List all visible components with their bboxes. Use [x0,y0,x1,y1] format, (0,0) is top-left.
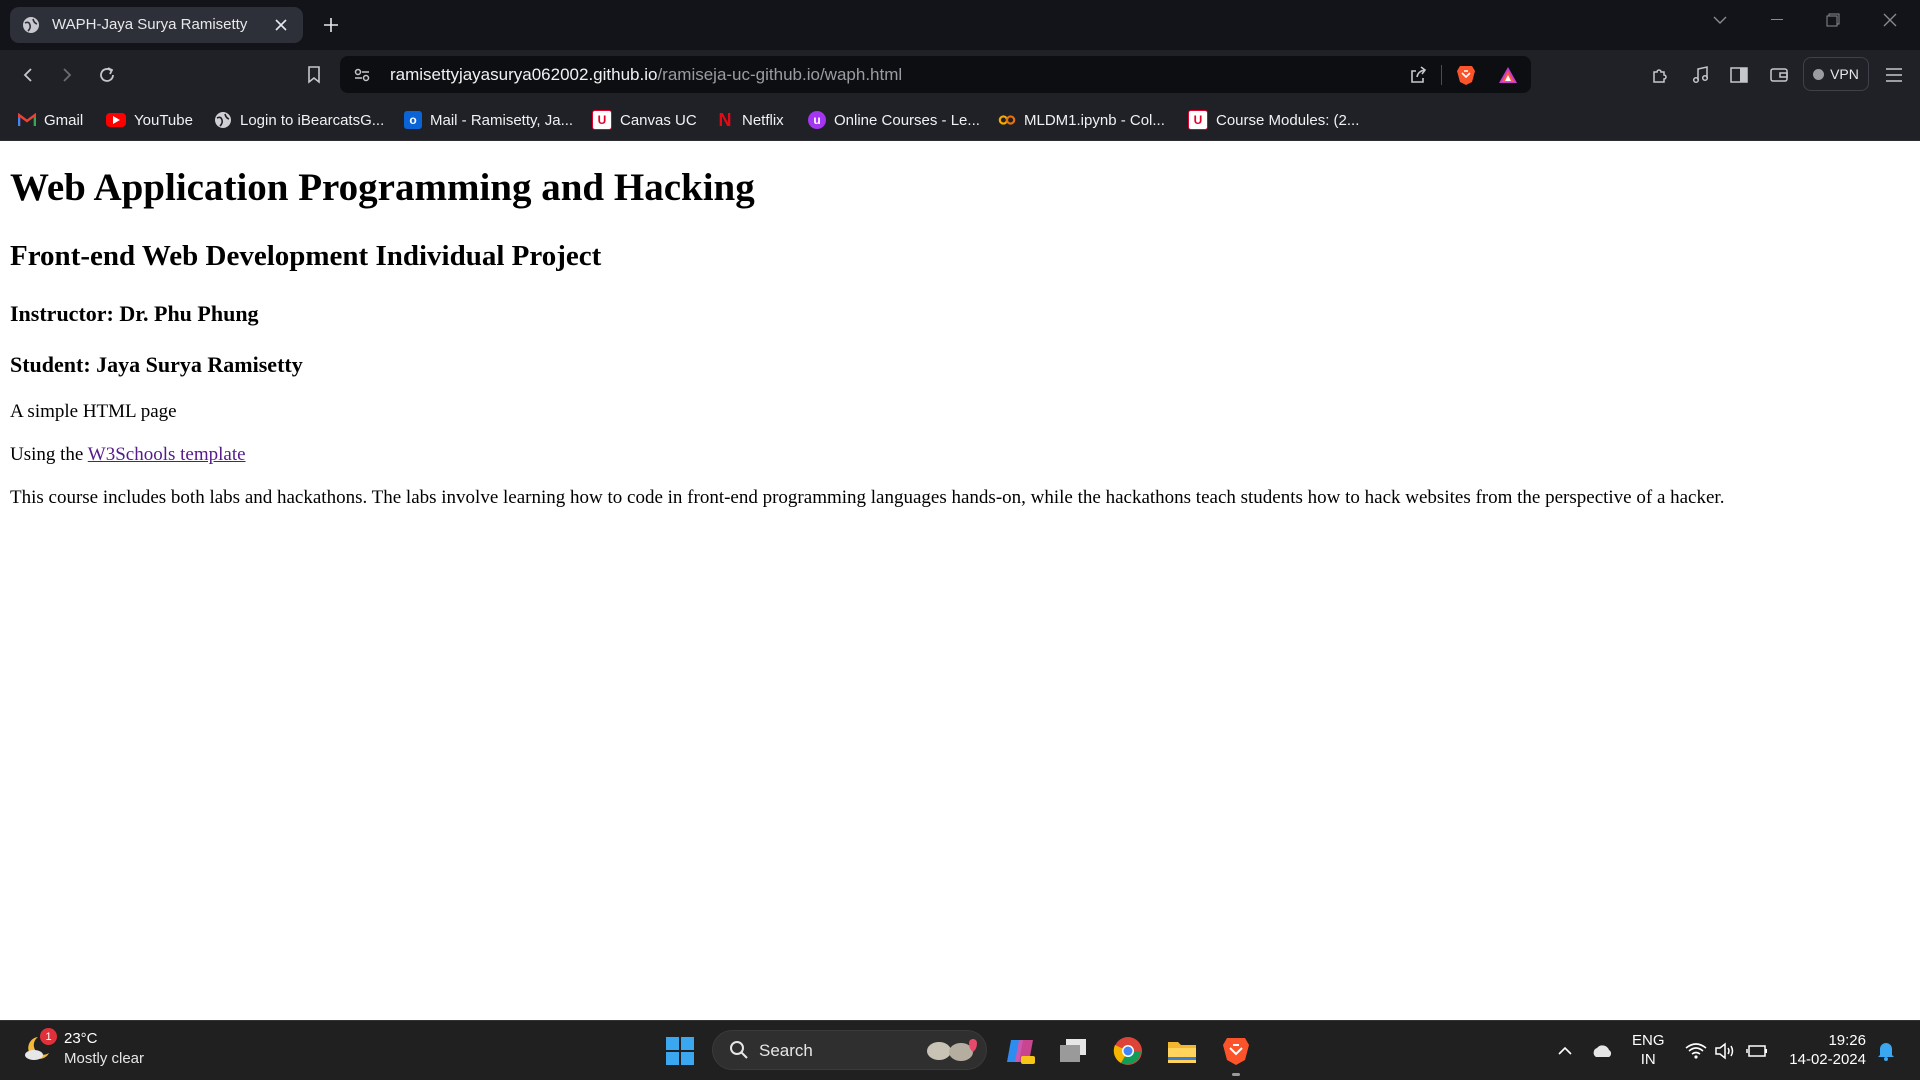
student-heading: Student: Jaya Surya Ramisetty [10,352,303,377]
close-tab-icon[interactable] [269,13,293,37]
chevron-up-icon[interactable] [1545,1031,1585,1071]
vpn-status-icon [1813,68,1825,80]
active-app-indicator [1232,1073,1240,1076]
vpn-button[interactable]: VPN [1803,57,1869,91]
search-icon [730,1041,748,1059]
clock[interactable]: 19:26 14-02-2024 [1786,1031,1866,1069]
extensions-icon[interactable] [1646,61,1674,89]
bookmark-netflix[interactable]: N Netflix [716,107,784,133]
bookmark-course-modules[interactable]: U Course Modules: (2... [1188,107,1359,133]
browser-tab[interactable]: WAPH-Jaya Surya Ramisetty [10,7,303,43]
chrome-icon[interactable] [1108,1031,1148,1071]
close-window-icon[interactable] [1870,6,1910,34]
address-bar[interactable]: ramisettyjayasurya062002.github.io/ramis… [340,56,1531,93]
brave-taskbar-icon[interactable] [1216,1031,1256,1071]
bookmark-icon[interactable] [300,61,328,89]
netflix-icon: N [718,109,732,130]
temperature: 23°C [64,1030,98,1047]
notification-bell-icon[interactable] [1866,1031,1906,1071]
onedrive-icon[interactable] [1582,1031,1622,1071]
youtube-icon [106,113,126,127]
bookmark-ibearcats[interactable]: Login to iBearcatsG... [214,107,384,133]
language-indicator[interactable]: ENG IN [1632,1031,1665,1069]
globe-icon [214,111,232,129]
bookmarks-bar: Gmail YouTube Login to iBearcatsG... o M… [0,100,1920,141]
bookmark-gmail[interactable]: Gmail [18,107,83,133]
site-settings-icon[interactable] [352,65,372,85]
web-page: Web Application Programming and Hacking … [0,141,1920,1020]
wallet-icon[interactable] [1765,61,1793,89]
back-icon[interactable] [14,61,42,89]
page-subtitle: Front-end Web Development Individual Pro… [10,240,602,272]
copilot-icon[interactable] [1000,1031,1040,1071]
forward-icon[interactable] [53,61,81,89]
template-paragraph: Using the W3Schools template [10,444,246,465]
outlook-icon: o [404,111,422,129]
date: 14-02-2024 [1789,1051,1866,1068]
gmail-icon [18,111,36,129]
colab-icon [998,111,1016,129]
share-icon[interactable] [1404,61,1432,89]
bookmark-outlook[interactable]: o Mail - Ramisetty, Ja... [404,107,573,133]
brave-rewards-icon[interactable] [1494,61,1522,89]
file-explorer-icon[interactable] [1162,1031,1202,1071]
bookmark-colab[interactable]: MLDM1.ipynb - Col... [998,107,1165,133]
w3schools-link[interactable]: W3Schools template [88,444,246,465]
udemy-icon: u [808,111,826,129]
url-divider [1441,65,1442,85]
intro-paragraph: A simple HTML page [10,401,177,422]
weather-condition: Mostly clear [64,1050,145,1067]
taskbar: 1 23°C Mostly clear Search ENG IN 19:26 … [0,1020,1920,1080]
reload-icon[interactable] [93,61,121,89]
weather-badge: 1 [40,1028,57,1045]
time: 19:26 [1828,1032,1866,1049]
minimize-icon[interactable] [1757,6,1797,34]
task-view-icon[interactable] [1053,1031,1093,1071]
url-text: ramisettyjayasurya062002.github.io/ramis… [390,65,903,84]
media-icon[interactable] [1686,61,1714,89]
tab-strip: WAPH-Jaya Surya Ramisetty [0,0,1920,50]
bookmark-canvas[interactable]: U Canvas UC [592,107,697,133]
battery-icon[interactable] [1737,1031,1777,1071]
brave-shields-icon[interactable] [1452,61,1480,89]
bookmark-udemy[interactable]: u Online Courses - Le... [808,107,980,133]
instructor-heading: Instructor: Dr. Phu Phung [10,301,259,326]
vpn-label: VPN [1830,66,1859,82]
course-description: This course includes both labs and hacka… [10,487,1725,508]
sidebar-icon[interactable] [1725,61,1753,89]
taskbar-search[interactable]: Search [712,1030,987,1070]
restore-icon[interactable] [1813,6,1853,34]
search-label: Search [759,1041,813,1060]
search-highlight-icon [927,1039,977,1061]
new-tab-button[interactable] [318,12,344,38]
globe-icon [23,17,39,33]
uc-icon: U [592,110,612,130]
uc-icon: U [1188,110,1208,130]
tab-search-icon[interactable] [1700,6,1740,34]
start-button[interactable] [660,1031,700,1071]
page-title: Web Application Programming and Hacking [10,166,755,209]
bookmark-youtube[interactable]: YouTube [106,107,193,133]
browser-toolbar: ramisettyjayasurya062002.github.io/ramis… [0,50,1920,100]
menu-icon[interactable] [1880,61,1908,89]
tab-title: WAPH-Jaya Surya Ramisetty [52,16,248,33]
